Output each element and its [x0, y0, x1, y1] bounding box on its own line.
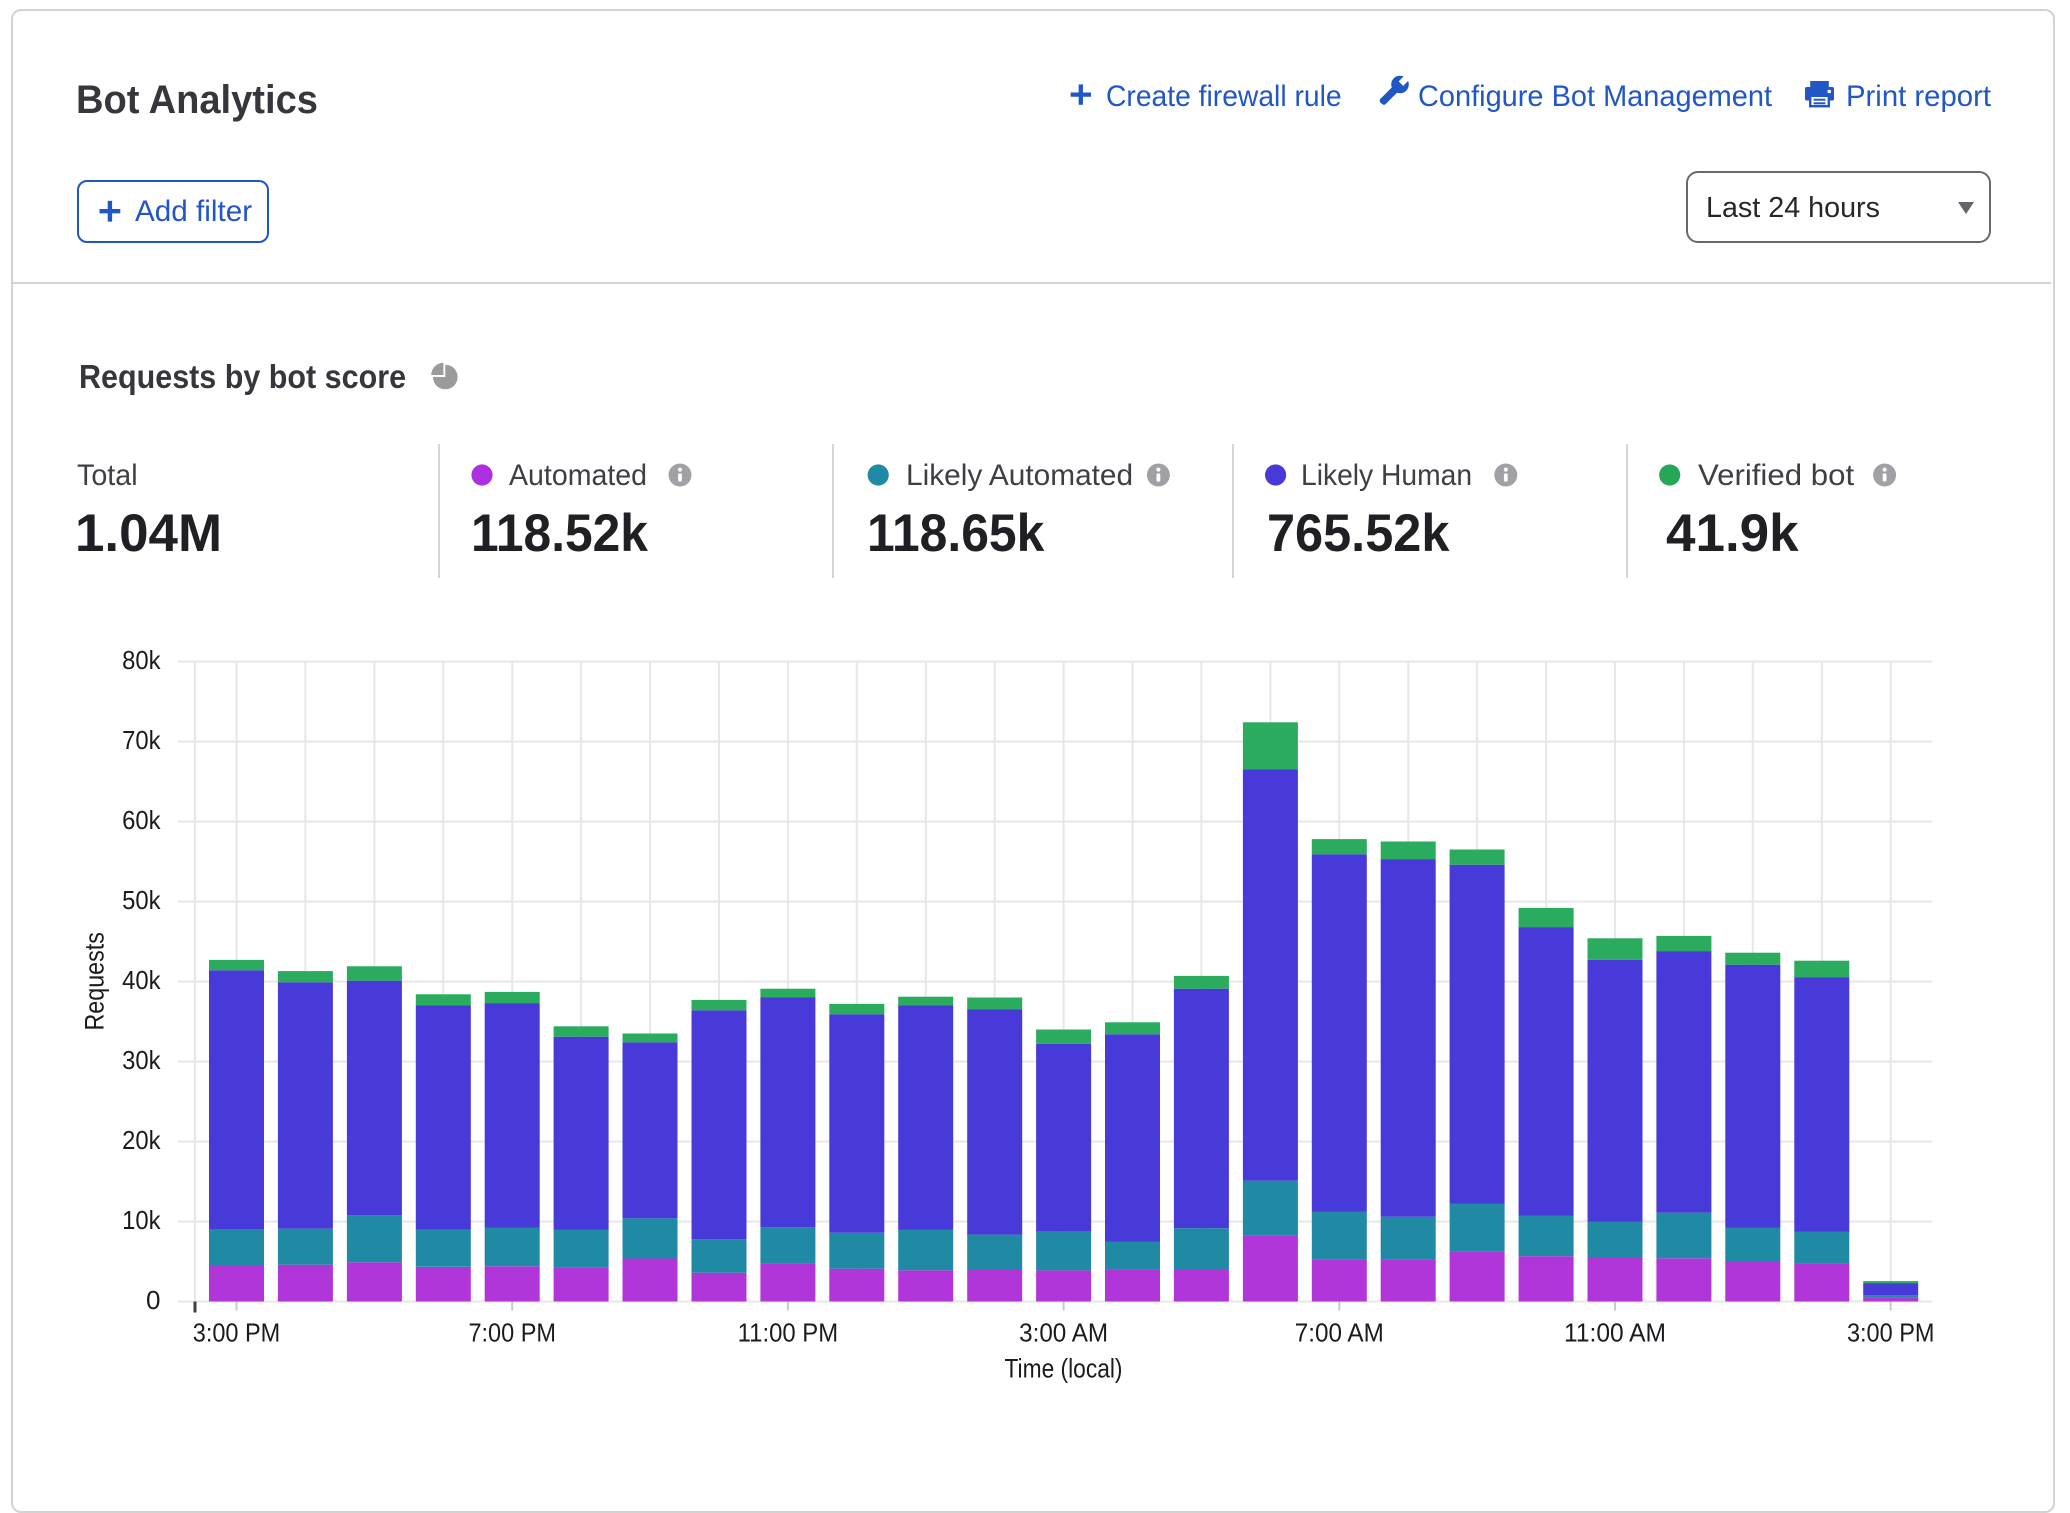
svg-text:3:00 AM: 3:00 AM	[1019, 1317, 1108, 1347]
svg-text:7:00 AM: 7:00 AM	[1295, 1317, 1384, 1347]
svg-text:Time (local): Time (local)	[1005, 1354, 1123, 1384]
svg-text:11:00 PM: 11:00 PM	[738, 1317, 839, 1347]
svg-text:3:00 PM: 3:00 PM	[1847, 1317, 1935, 1347]
svg-text:40k: 40k	[122, 965, 161, 995]
svg-text:30k: 30k	[122, 1045, 161, 1075]
svg-text:50k: 50k	[122, 885, 161, 915]
svg-text:80k: 80k	[122, 645, 161, 675]
svg-text:3:00 PM: 3:00 PM	[193, 1317, 281, 1347]
svg-text:70k: 70k	[122, 725, 161, 755]
svg-text:0: 0	[146, 1285, 160, 1315]
svg-text:7:00 PM: 7:00 PM	[468, 1317, 556, 1347]
svg-text:20k: 20k	[122, 1125, 161, 1155]
svg-text:60k: 60k	[122, 805, 161, 835]
svg-text:10k: 10k	[122, 1205, 161, 1235]
svg-text:11:00 AM: 11:00 AM	[1564, 1317, 1666, 1347]
svg-text:Requests: Requests	[80, 932, 110, 1031]
